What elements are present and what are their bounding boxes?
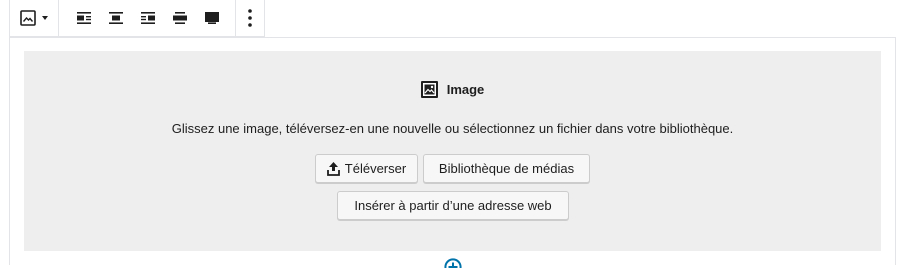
image-placeholder: Image Glissez une image, téléversez-en u… [24, 51, 881, 251]
align-wide-button[interactable] [164, 2, 196, 34]
align-right-button[interactable] [132, 2, 164, 34]
align-right-icon [141, 12, 155, 24]
vertical-ellipsis-icon [248, 9, 252, 27]
media-library-button[interactable]: Bibliothèque de médias [423, 154, 590, 183]
caret-down-icon [42, 16, 48, 20]
placeholder-title: Image [446, 82, 485, 97]
media-library-button-label: Bibliothèque de médias [438, 161, 575, 176]
upload-button[interactable]: Téléverser [315, 154, 418, 183]
block-switcher-button[interactable] [20, 10, 48, 26]
align-left-icon [77, 12, 91, 24]
plus-circle-icon [444, 258, 462, 268]
align-left-button[interactable] [68, 2, 100, 34]
more-options-group [236, 0, 264, 36]
block-inserter-button[interactable] [442, 256, 464, 268]
upload-button-label: Téléverser [344, 161, 407, 176]
block-switcher-group [10, 0, 59, 36]
image-icon [20, 10, 36, 26]
align-center-icon [109, 12, 123, 24]
more-options-button[interactable] [248, 9, 252, 27]
insert-from-url-button[interactable]: Insérer à partir d’une adresse web [337, 191, 569, 220]
align-wide-icon [173, 12, 187, 24]
placeholder-instructions: Glissez une image, téléversez-en une nou… [171, 121, 734, 136]
align-full-button[interactable] [196, 2, 228, 34]
placeholder-label: Image [24, 81, 881, 98]
image-icon [420, 81, 438, 98]
alignment-group [59, 0, 236, 36]
insert-from-url-button-label: Insérer à partir d’une adresse web [354, 198, 552, 213]
block-toolbar [9, 0, 265, 37]
align-center-button[interactable] [100, 2, 132, 34]
align-full-icon [205, 12, 219, 24]
upload-icon [326, 161, 340, 176]
